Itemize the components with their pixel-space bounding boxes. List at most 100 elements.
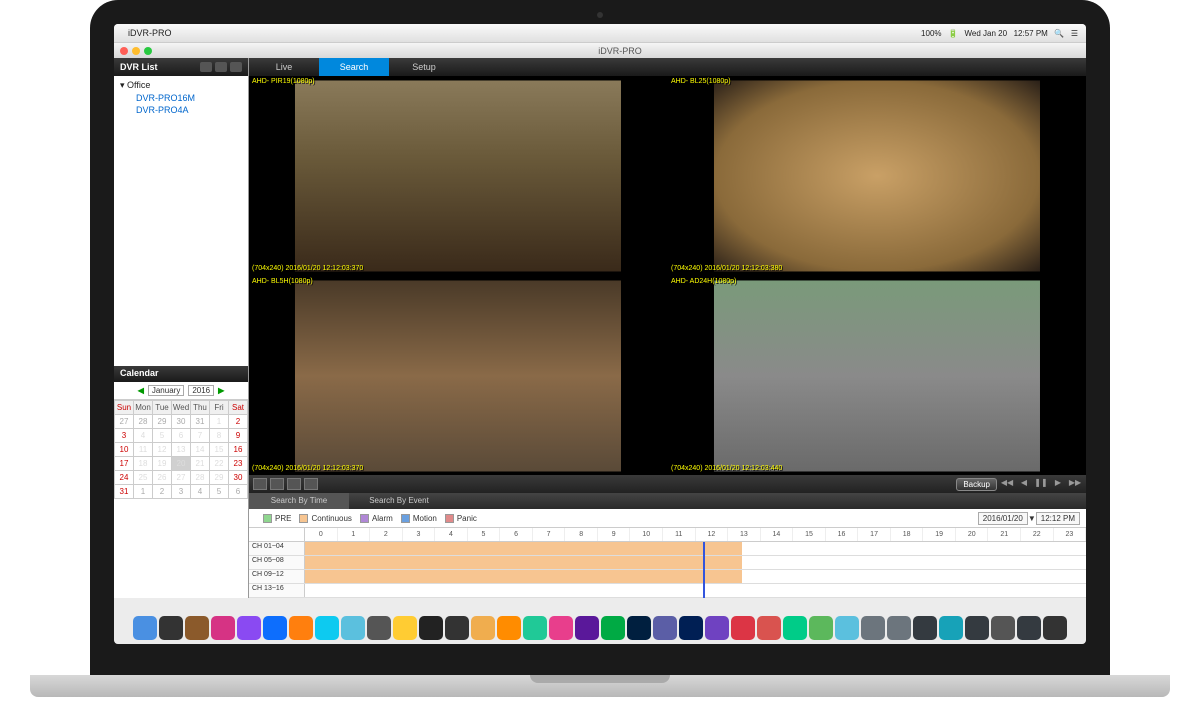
dock-app-icon[interactable] [679, 616, 703, 640]
cal-day[interactable]: 3 [172, 485, 191, 499]
minimize-button[interactable] [132, 47, 140, 55]
recording-segment[interactable] [305, 570, 742, 583]
timeline-hour[interactable]: 7 [533, 528, 566, 541]
cal-next-icon[interactable]: ▶ [218, 386, 224, 395]
cal-day[interactable]: 27 [115, 415, 134, 429]
timeline-hour[interactable]: 15 [793, 528, 826, 541]
dock-app-icon[interactable] [939, 616, 963, 640]
pause-icon[interactable]: ❚❚ [1034, 478, 1048, 490]
cal-day[interactable]: 31 [115, 485, 134, 499]
timeline-track[interactable] [305, 584, 1086, 597]
camera-cell[interactable]: AHD- BL25(1080p)(704x240) 2016/01/20 12:… [668, 76, 1086, 275]
close-button[interactable] [120, 47, 128, 55]
timeline-hour[interactable]: 20 [956, 528, 989, 541]
cal-prev-icon[interactable]: ◀ [138, 386, 144, 395]
dock-app-icon[interactable] [159, 616, 183, 640]
timeline-track[interactable] [305, 556, 1086, 569]
dock-app-icon[interactable] [497, 616, 521, 640]
cal-day[interactable]: 4 [191, 485, 210, 499]
step-back-icon[interactable]: ◀ [1017, 478, 1031, 490]
dock-app-icon[interactable] [237, 616, 261, 640]
dock-app-icon[interactable] [731, 616, 755, 640]
cal-year[interactable]: 2016 [188, 385, 214, 396]
layout-3x3-icon[interactable] [287, 478, 301, 490]
cal-day[interactable]: 28 [191, 471, 210, 485]
timeline-hour[interactable]: 13 [728, 528, 761, 541]
cal-day[interactable]: 27 [172, 471, 191, 485]
layout-4x4-icon[interactable] [304, 478, 318, 490]
cal-day[interactable]: 15 [210, 443, 229, 457]
dock-app-icon[interactable] [211, 616, 235, 640]
layout-1x1-icon[interactable] [253, 478, 267, 490]
dock-app-icon[interactable] [965, 616, 989, 640]
timeline-hour[interactable]: 16 [826, 528, 859, 541]
timeline-hour[interactable]: 14 [761, 528, 794, 541]
cal-day[interactable]: 17 [115, 457, 134, 471]
cal-day[interactable]: 20 [172, 457, 191, 471]
timeline-hour[interactable]: 21 [988, 528, 1021, 541]
dock-app-icon[interactable] [705, 616, 729, 640]
timeline-hour[interactable]: 17 [858, 528, 891, 541]
cal-day[interactable]: 26 [153, 471, 172, 485]
sidebar-tool-icon[interactable] [230, 62, 242, 72]
cal-day[interactable]: 8 [210, 429, 229, 443]
timeline-hour[interactable]: 10 [630, 528, 663, 541]
dock-app-icon[interactable] [887, 616, 911, 640]
cal-day[interactable]: 1 [134, 485, 153, 499]
timeline-hour[interactable]: 5 [468, 528, 501, 541]
cal-day[interactable]: 9 [229, 429, 248, 443]
timeline-hour[interactable]: 19 [923, 528, 956, 541]
cal-day[interactable]: 29 [153, 415, 172, 429]
dock-app-icon[interactable] [783, 616, 807, 640]
tree-root[interactable]: Office [114, 79, 248, 92]
tree-item[interactable]: DVR-PRO16M [114, 92, 248, 104]
cal-day[interactable]: 31 [191, 415, 210, 429]
cal-day[interactable]: 2 [153, 485, 172, 499]
zoom-button[interactable] [144, 47, 152, 55]
dock-app-icon[interactable] [653, 616, 677, 640]
dock-app-icon[interactable] [471, 616, 495, 640]
recording-segment[interactable] [305, 556, 742, 569]
cal-day[interactable]: 12 [153, 443, 172, 457]
tab-live[interactable]: Live [249, 58, 319, 76]
cal-day[interactable]: 2 [229, 415, 248, 429]
camera-cell[interactable]: AHD- PIR19(1080p)(704x240) 2016/01/20 12… [249, 76, 667, 275]
timeline-track[interactable] [305, 570, 1086, 583]
dock-app-icon[interactable] [861, 616, 885, 640]
dock-app-icon[interactable] [627, 616, 651, 640]
cal-day[interactable]: 30 [229, 471, 248, 485]
cal-day[interactable]: 19 [153, 457, 172, 471]
dock-app-icon[interactable] [289, 616, 313, 640]
dock-app-icon[interactable] [913, 616, 937, 640]
cal-day[interactable]: 29 [210, 471, 229, 485]
cal-day[interactable]: 5 [153, 429, 172, 443]
search-date-input[interactable]: 2016/01/20 [978, 512, 1028, 525]
dock-app-icon[interactable] [809, 616, 833, 640]
dock-app-icon[interactable] [575, 616, 599, 640]
cal-day[interactable]: 22 [210, 457, 229, 471]
battery-icon[interactable]: 🔋 [948, 29, 958, 38]
sidebar-tool-icon[interactable] [200, 62, 212, 72]
dock-app-icon[interactable] [367, 616, 391, 640]
cal-day[interactable]: 28 [134, 415, 153, 429]
timeline-hour[interactable]: 2 [370, 528, 403, 541]
dock-app-icon[interactable] [991, 616, 1015, 640]
subtab-event[interactable]: Search By Event [349, 493, 449, 509]
cal-day[interactable]: 1 [210, 415, 229, 429]
cal-day[interactable]: 13 [172, 443, 191, 457]
timeline-hour[interactable]: 3 [403, 528, 436, 541]
dock-app-icon[interactable] [315, 616, 339, 640]
dock-app-icon[interactable] [419, 616, 443, 640]
timeline-hour[interactable]: 0 [305, 528, 338, 541]
cal-day[interactable]: 6 [172, 429, 191, 443]
recording-segment[interactable] [305, 542, 742, 555]
timeline-hour[interactable]: 11 [663, 528, 696, 541]
cal-day[interactable]: 14 [191, 443, 210, 457]
dock-app-icon[interactable] [835, 616, 859, 640]
rewind-icon[interactable]: ◀◀ [1000, 478, 1014, 490]
dropdown-icon[interactable]: ▼ [1028, 514, 1036, 523]
cal-day[interactable]: 5 [210, 485, 229, 499]
playhead[interactable] [703, 542, 705, 598]
timeline-hour[interactable]: 23 [1054, 528, 1086, 541]
dock-app-icon[interactable] [341, 616, 365, 640]
